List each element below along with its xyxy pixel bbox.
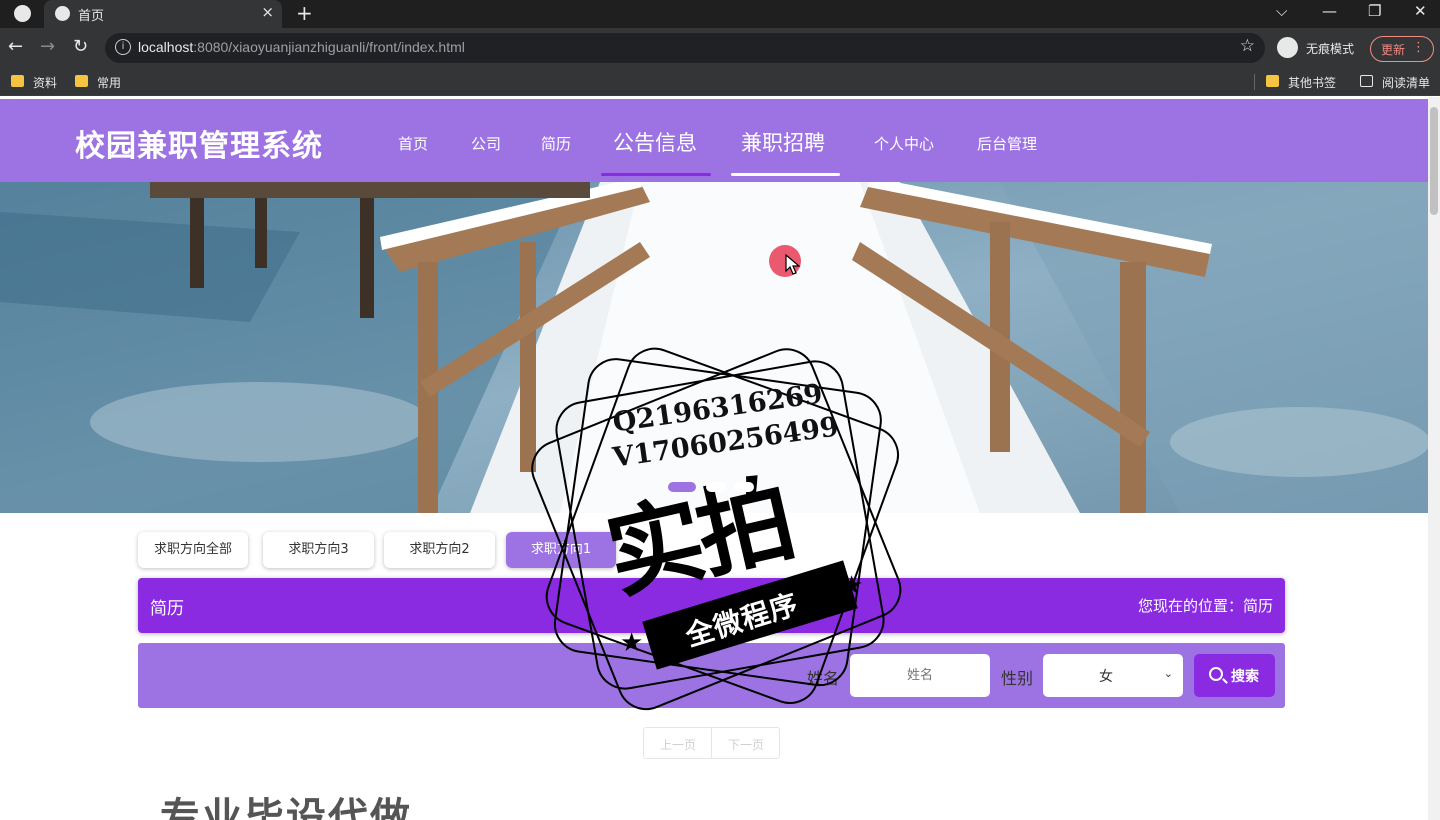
carousel-dot[interactable] bbox=[706, 482, 726, 492]
mouse-cursor-icon bbox=[785, 254, 801, 275]
bookmarks-bar: 资料 常用 其他书签 阅读清单 bbox=[0, 68, 1440, 96]
tab-favicon-icon bbox=[55, 6, 70, 21]
menu-dots-icon[interactable]: ⋮ bbox=[1412, 40, 1425, 55]
reload-icon[interactable]: ↻ bbox=[73, 36, 88, 57]
bookmark-separator bbox=[1254, 74, 1255, 90]
browser-tab-home[interactable]: 首页 × bbox=[44, 0, 282, 28]
search-icon bbox=[1209, 667, 1223, 681]
site-header: 校园兼职管理系统 首页 公司 简历 公告信息 兼职招聘 个人中心 后台管理 bbox=[0, 99, 1428, 182]
reading-list-icon bbox=[1360, 75, 1373, 87]
filter-direction-3[interactable]: 求职方向3 bbox=[263, 532, 374, 568]
bookmark-label: 其他书签 bbox=[1288, 76, 1337, 90]
gender-label: 性别 bbox=[1001, 669, 1034, 688]
bottom-promo-text: 专业毕设代做 bbox=[160, 795, 412, 820]
nav-resume[interactable]: 简历 bbox=[541, 133, 571, 154]
bookmark-star-icon[interactable]: ☆ bbox=[1240, 36, 1255, 56]
close-window-button[interactable]: ✕ bbox=[1414, 2, 1427, 20]
scrollbar[interactable] bbox=[1428, 97, 1440, 820]
nav-jobs[interactable]: 兼职招聘 bbox=[741, 127, 825, 157]
incognito-icon bbox=[1277, 37, 1298, 58]
tab-close-icon[interactable]: × bbox=[261, 3, 274, 21]
star-icon: ★ bbox=[620, 628, 644, 658]
chevron-down-icon: ⌄ bbox=[1163, 667, 1173, 680]
breadcrumb: 您现在的位置：简历 bbox=[1137, 597, 1273, 615]
nav-active-underline bbox=[601, 173, 711, 176]
watermark-stamp: Q2196316269 V17060256499 实拍 全微程序 ★ ★ bbox=[520, 335, 920, 720]
folder-icon bbox=[1266, 75, 1279, 87]
section-title: 简历 bbox=[150, 599, 184, 619]
forward-icon[interactable]: → bbox=[40, 36, 55, 57]
gender-select[interactable]: 女 ⌄ bbox=[1043, 654, 1183, 697]
nav-personal-center[interactable]: 个人中心 bbox=[874, 133, 934, 154]
url-path: :8080/xiaoyuanjianzhiguanli/front/index.… bbox=[193, 39, 465, 55]
carousel-dot-active[interactable] bbox=[668, 482, 696, 492]
url-host: localhost bbox=[138, 39, 194, 55]
tab-search-icon[interactable]: ⌵ bbox=[1276, 2, 1287, 20]
folder-icon bbox=[75, 75, 88, 87]
browser-toolbar: ← → ↻ i localhost:8080/xiaoyuanjianzhigu… bbox=[0, 28, 1440, 68]
scrollbar-thumb[interactable] bbox=[1430, 107, 1438, 215]
pagination: 上一页 下一页 bbox=[643, 727, 780, 759]
url-text[interactable]: localhost:8080/xiaoyuanjianzhiguanli/fro… bbox=[138, 39, 465, 55]
gender-selected-value: 女 bbox=[1099, 669, 1113, 685]
site-info-icon[interactable]: i bbox=[115, 39, 131, 55]
page-content: 校园兼职管理系统 首页 公司 简历 公告信息 兼职招聘 个人中心 后台管理 求职… bbox=[0, 97, 1440, 820]
carousel-dot[interactable] bbox=[734, 482, 754, 492]
bookmark-label: 常用 bbox=[97, 76, 122, 90]
nav-notices[interactable]: 公告信息 bbox=[613, 127, 697, 157]
minimize-button[interactable]: — bbox=[1322, 2, 1337, 20]
back-icon[interactable]: ← bbox=[8, 36, 23, 57]
update-label: 更新 bbox=[1381, 43, 1406, 57]
filter-direction-2[interactable]: 求职方向2 bbox=[384, 532, 495, 568]
nav-hover-underline bbox=[731, 173, 840, 176]
pager-divider bbox=[711, 728, 712, 758]
nav-company[interactable]: 公司 bbox=[471, 133, 501, 154]
bookmark-label: 资料 bbox=[33, 76, 58, 90]
search-button[interactable]: 搜索 bbox=[1194, 654, 1275, 697]
nav-admin[interactable]: 后台管理 bbox=[977, 133, 1037, 154]
search-button-label: 搜索 bbox=[1231, 669, 1259, 685]
restore-button[interactable]: ❐ bbox=[1368, 2, 1381, 20]
incognito-label: 无痕模式 bbox=[1306, 42, 1355, 56]
nav-home[interactable]: 首页 bbox=[398, 133, 428, 154]
browser-tabstrip: 首页 × + ⌵ — ❐ ✕ bbox=[0, 0, 1440, 28]
folder-icon bbox=[11, 75, 24, 87]
prev-page-button[interactable]: 上一页 bbox=[660, 736, 696, 753]
incognito-indicator[interactable]: 无痕模式 bbox=[1277, 35, 1365, 61]
tab-title: 首页 bbox=[78, 9, 105, 24]
bookmark-label: 阅读清单 bbox=[1382, 76, 1431, 90]
address-bar[interactable]: i localhost:8080/xiaoyuanjianzhiguanli/f… bbox=[105, 33, 1265, 63]
star-icon: ★ bbox=[840, 571, 864, 601]
new-tab-button[interactable]: + bbox=[296, 1, 313, 25]
next-page-button[interactable]: 下一页 bbox=[728, 736, 764, 753]
filter-all[interactable]: 求职方向全部 bbox=[138, 532, 248, 568]
site-title: 校园兼职管理系统 bbox=[75, 129, 323, 164]
browser-globe-icon[interactable] bbox=[14, 5, 31, 22]
update-button[interactable]: 更新 ⋮ bbox=[1370, 36, 1434, 62]
